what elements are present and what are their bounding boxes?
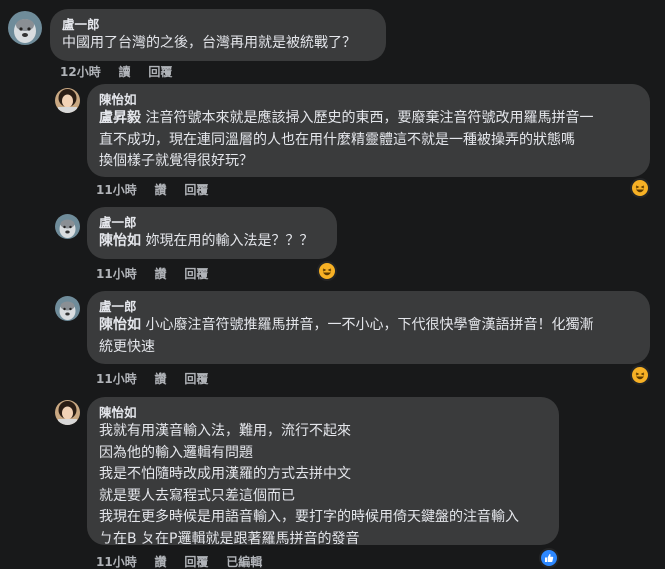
like-button[interactable]: 讚 [155, 372, 167, 386]
comment-timestamp[interactable]: 11小時 [96, 183, 137, 197]
comment-author[interactable]: 陳怡如 [99, 92, 638, 108]
reply-button[interactable]: 回覆 [184, 372, 208, 386]
reply-button[interactable]: 回覆 [148, 65, 172, 79]
reply-button[interactable]: 回覆 [184, 555, 208, 569]
like-button[interactable]: 讚 [155, 183, 167, 197]
comment-line: 我是不怕隨時改成用漢羅的方式去拼中文 [99, 466, 351, 482]
mention-tag[interactable]: 陳怡如 [99, 317, 141, 333]
comment-line: 妳現在用的輸入法是？？？ [145, 233, 314, 249]
comment-bubble: 盧一郎 陳怡如 妳現在用的輸入法是？？？ [87, 207, 337, 259]
comment-actions: 11小時 讚 回覆 [96, 265, 222, 282]
comment-author[interactable]: 盧一郎 [99, 215, 325, 231]
mention-tag[interactable]: 盧昇毅 [99, 110, 141, 126]
comment-line: 我現在更多時候是用語音輸入，要打字的時候用倚天鍵盤的注音輸入 [99, 509, 519, 525]
comment-timestamp[interactable]: 11小時 [96, 267, 137, 281]
comment-bubble: 盧一郎 陳怡如 小心廢注音符號推羅馬拼音，一不小心，下代很快學會漢語拼音！化獨漸… [87, 291, 650, 364]
comment-actions: 11小時 讚 回覆 [96, 181, 222, 198]
comment-timestamp[interactable]: 12小時 [60, 65, 101, 79]
comment-actions: 12小時 讀 回覆 [60, 63, 186, 80]
avatar[interactable] [55, 214, 80, 239]
comment-actions: 11小時 讚 回覆 [96, 370, 222, 387]
mention-tag[interactable]: 陳怡如 [99, 233, 141, 249]
comment-author[interactable]: 盧一郎 [99, 299, 638, 315]
comment-timestamp[interactable]: 11小時 [96, 555, 137, 569]
comment-line: ㄅ在B ㄆ在P邏輯就是跟著羅馬拼音的發音 [99, 530, 360, 547]
comment-bubble: 陳怡如 我就有用漢音輸入法，難用，流行不起來 因為他的輸入邏輯有問題 我是不怕隨… [87, 397, 559, 547]
comment-bubble: 盧一郎 中國用了台灣的之後，台灣再用就是被統戰了？ [50, 9, 386, 61]
avatar[interactable] [55, 400, 80, 425]
avatar[interactable] [55, 88, 80, 113]
comment-author[interactable]: 盧一郎 [62, 17, 374, 33]
person-avatar-icon [55, 400, 80, 425]
comment-line: 小心廢注音符號推羅馬拼音，一不小心，下代很快學會漢語拼音！化獨漸 [145, 317, 594, 333]
comment-text: 中國用了台灣的之後，台灣再用就是被統戰了？ [62, 33, 374, 55]
like-button[interactable]: 讚 [155, 267, 167, 281]
comment-line: 我就有用漢音輸入法，難用，流行不起來 [99, 423, 351, 439]
dog-avatar-icon [8, 11, 42, 45]
reply-button[interactable]: 回覆 [184, 267, 208, 281]
avatar[interactable] [8, 11, 42, 45]
like-reaction-icon[interactable] [539, 548, 559, 568]
comment-line: 直不成功，現在連同溫層的人也在用什麼精靈體這不就是一種被操弄的狀態嗎 [99, 131, 575, 148]
comment-line: 就是要人去寫程式只差這個而已 [99, 487, 295, 504]
comment-line: 注音符號本來就是應該掃入歷史的東西，要廢棄注音符號改用羅馬拼音一 [145, 110, 594, 126]
dog-avatar-icon [55, 296, 80, 321]
comment-text: 我就有用漢音輸入法，難用，流行不起來 因為他的輸入邏輯有問題 我是不怕隨時改成用… [99, 421, 547, 550]
comment-text: 盧昇毅 注音符號本來就是應該掃入歷史的東西，要廢棄注音符號改用羅馬拼音一 直不成… [99, 108, 638, 173]
comment-line: 中國用了台灣的之後，台灣再用就是被統戰了？ [62, 35, 356, 51]
like-button[interactable]: 讚 [155, 555, 167, 569]
comment-text: 陳怡如 妳現在用的輸入法是？？？ [99, 231, 325, 253]
comment-line: 因為他的輸入邏輯有問題 [99, 444, 253, 461]
comment-text: 陳怡如 小心廢注音符號推羅馬拼音，一不小心，下代很快學會漢語拼音！化獨漸 統更快… [99, 315, 638, 358]
reply-button[interactable]: 回覆 [184, 183, 208, 197]
edited-label: 已編輯 [226, 555, 263, 569]
haha-reaction-icon[interactable] [317, 261, 337, 281]
comment-timestamp[interactable]: 11小時 [96, 372, 137, 386]
comment-author[interactable]: 陳怡如 [99, 405, 547, 421]
person-avatar-icon [55, 88, 80, 113]
avatar[interactable] [55, 296, 80, 321]
comment-line: 統更快速 [99, 338, 155, 355]
comment-actions: 11小時 讚 回覆 已編輯 [96, 553, 276, 569]
comment-line: 換個樣子就覺得很好玩？ [99, 153, 253, 169]
haha-reaction-icon[interactable] [630, 178, 650, 198]
comment-bubble: 陳怡如 盧昇毅 注音符號本來就是應該掃入歷史的東西，要廢棄注音符號改用羅馬拼音一… [87, 84, 650, 177]
dog-avatar-icon [55, 214, 80, 239]
like-button[interactable]: 讀 [119, 65, 131, 79]
haha-reaction-icon[interactable] [630, 365, 650, 385]
